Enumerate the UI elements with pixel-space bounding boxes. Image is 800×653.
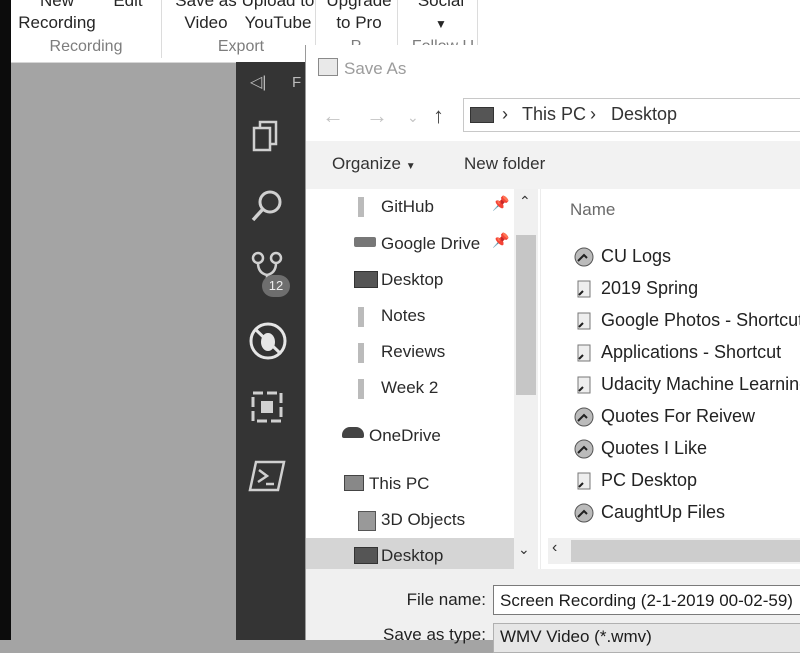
vscode-menu-letter: F — [292, 74, 302, 91]
pc-icon — [470, 107, 494, 123]
folder-icon — [358, 343, 364, 363]
left-edge — [0, 0, 11, 640]
dialog-title: Save As — [344, 59, 407, 78]
nav-item-this-pc[interactable]: This PC — [369, 470, 429, 498]
files-icon[interactable] — [248, 118, 288, 158]
column-header-name[interactable]: Name — [570, 200, 615, 220]
up-arrow-icon[interactable]: ↑ — [433, 103, 444, 129]
debug-icon[interactable] — [248, 320, 288, 362]
folder-icon — [358, 197, 364, 217]
shortcut-icon — [577, 280, 591, 298]
scroll-left-icon[interactable]: ‹ — [552, 539, 557, 557]
edit-button[interactable]: Edit — [103, 0, 153, 12]
breadcrumb-this-pc[interactable]: This PC — [522, 104, 586, 125]
desktop-icon — [354, 271, 378, 288]
source-control-badge: 12 — [262, 275, 290, 297]
group-export: Export — [217, 38, 265, 55]
terminal-icon[interactable] — [248, 458, 288, 498]
nav-item-week-2[interactable]: Week 2 — [381, 374, 438, 402]
web-shortcut-icon — [574, 247, 594, 267]
file-name-field[interactable]: Screen Recording (2-1-2019 00-02-59) — [493, 585, 800, 615]
folder-icon — [358, 379, 364, 399]
nav-item-github[interactable]: GitHub — [381, 193, 434, 221]
dialog-app-icon — [318, 58, 338, 76]
cloud-icon — [342, 427, 364, 438]
extensions-icon[interactable] — [248, 388, 288, 428]
new-recording-button[interactable]: New Recording — [17, 0, 97, 34]
drive-icon — [354, 237, 376, 247]
pc-icon — [344, 475, 364, 491]
web-shortcut-icon — [574, 503, 594, 523]
breadcrumb-desktop[interactable]: Desktop — [611, 104, 677, 125]
ribbon-separator — [161, 0, 162, 58]
shortcut-icon — [577, 312, 591, 330]
forward-arrow-icon[interactable]: → — [366, 103, 388, 129]
search-icon[interactable] — [248, 186, 288, 226]
scroll-up-icon[interactable]: ⌃ — [519, 193, 531, 210]
nav-item-desktop[interactable]: Desktop — [381, 266, 443, 294]
nav-scrollbar-thumb[interactable] — [516, 235, 536, 395]
new-folder-button[interactable]: New folder — [464, 154, 545, 174]
file-item[interactable]: PC Desktop — [601, 470, 697, 491]
group-recording: Recording — [49, 38, 123, 55]
nav-item-onedrive[interactable]: OneDrive — [369, 422, 441, 450]
pin-icon[interactable]: 📌 — [492, 195, 509, 212]
save-as-dialog: Save As ← → ⌄ ↑ › This PC › Desktop Orga… — [305, 45, 800, 653]
file-name-label: File name: — [406, 590, 486, 609]
scroll-down-icon[interactable]: ⌄ — [518, 541, 530, 558]
folder-icon — [358, 307, 364, 327]
file-list-scrollbar-thumb[interactable] — [571, 540, 800, 562]
file-item[interactable]: Udacity Machine Learning — [601, 374, 800, 395]
nav-item-desktop-selected[interactable]: Desktop — [381, 542, 443, 570]
vscode-logo-icon: ◁| — [250, 74, 267, 91]
desktop-icon — [354, 547, 378, 564]
organize-button[interactable]: Organize ▼ — [332, 154, 416, 174]
back-arrow-icon[interactable]: ← — [322, 103, 344, 129]
dialog-toolbar: Organize ▼ New folder — [306, 141, 800, 189]
web-shortcut-icon — [574, 439, 594, 459]
file-item[interactable]: 2019 Spring — [601, 278, 698, 299]
pane-divider[interactable] — [540, 189, 541, 569]
file-item[interactable]: Quotes For Reivew — [601, 406, 755, 427]
upload-youtube-button[interactable]: Upload to YouTube — [233, 0, 323, 34]
recent-dropdown-icon[interactable]: ⌄ — [407, 109, 419, 126]
pin-icon[interactable]: 📌 — [492, 232, 509, 249]
nav-item-google-drive[interactable]: Google Drive — [381, 230, 480, 258]
file-item[interactable]: Applications - Shortcut — [601, 342, 781, 363]
file-item[interactable]: CU Logs — [601, 246, 671, 267]
save-as-type-select[interactable]: WMV Video (*.wmv) — [493, 623, 800, 653]
chevron-down-icon: ▼ — [435, 17, 447, 31]
chevron-right-icon: › — [590, 104, 596, 124]
chevron-right-icon: › — [502, 104, 508, 124]
file-item[interactable]: CaughtUp Files — [601, 502, 725, 523]
file-item[interactable]: Quotes I Like — [601, 438, 707, 459]
nav-item-3d-objects[interactable]: 3D Objects — [381, 506, 465, 534]
web-shortcut-icon — [574, 407, 594, 427]
shortcut-icon — [577, 472, 591, 490]
upgrade-pro-button[interactable]: Upgrade to Pro — [319, 0, 399, 34]
save-as-type-label: Save as type: — [382, 625, 486, 644]
cube-icon — [358, 511, 376, 531]
nav-item-reviews[interactable]: Reviews — [381, 338, 445, 366]
nav-item-notes[interactable]: Notes — [381, 302, 425, 330]
file-item[interactable]: Google Photos - Shortcut — [601, 310, 800, 331]
shortcut-icon — [577, 344, 591, 362]
address-bar[interactable]: › This PC › Desktop — [463, 98, 800, 132]
shortcut-icon — [577, 376, 591, 394]
social-button[interactable]: Social ▼ — [406, 0, 476, 35]
